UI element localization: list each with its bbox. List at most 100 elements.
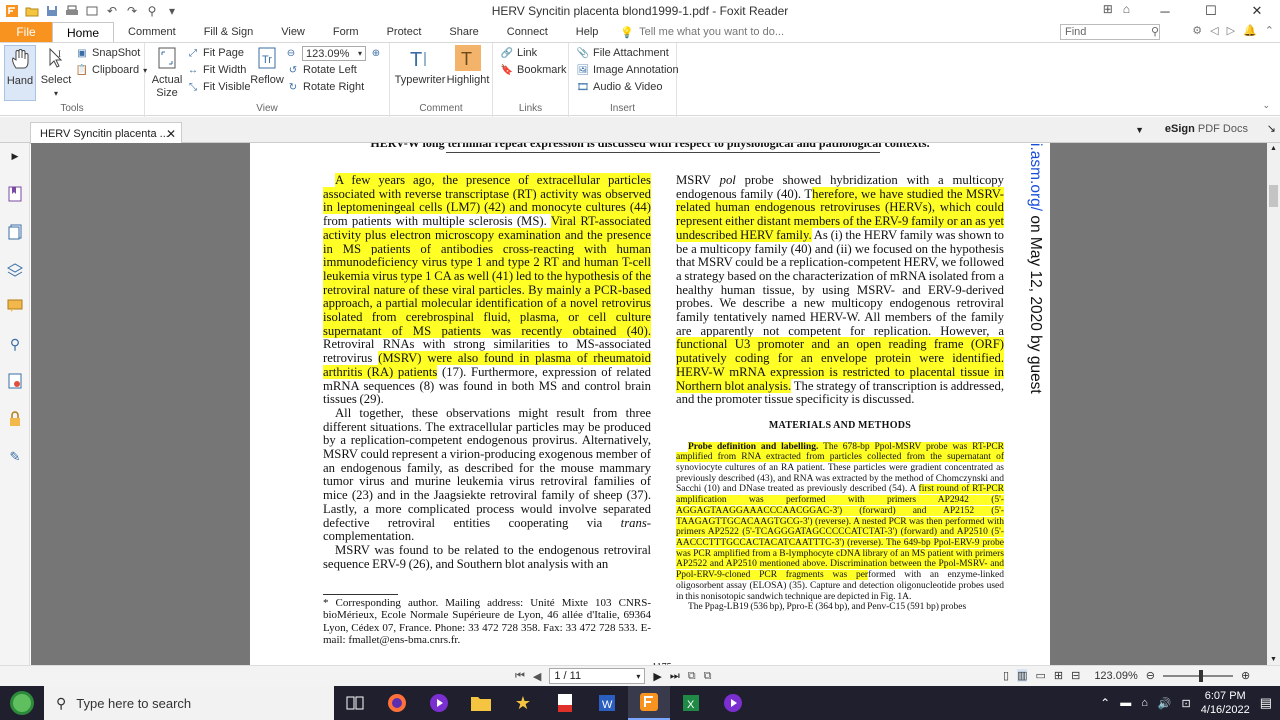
word-icon[interactable]: W xyxy=(586,686,628,720)
highlight-button[interactable]: T Highlight xyxy=(447,45,489,87)
notification-icon[interactable]: 🔔 xyxy=(1243,24,1257,37)
battery-icon[interactable]: ▬ xyxy=(1120,697,1131,709)
print-icon[interactable] xyxy=(64,3,80,19)
snapshot-button[interactable]: ▣ SnapShot xyxy=(76,47,140,59)
zoom-in-icon[interactable]: ⊕ xyxy=(1241,669,1250,682)
taskbar-clock[interactable]: 6:07 PM 4/16/2022 xyxy=(1201,689,1250,717)
page-number-input[interactable]: 1 / 11 ▾ xyxy=(549,668,646,684)
start-button[interactable] xyxy=(0,686,44,720)
media-player-icon[interactable] xyxy=(418,686,460,720)
clipboard-button[interactable]: 📋 Clipboard ▾ xyxy=(76,64,147,76)
split-view-icon[interactable]: ⊟ xyxy=(1071,669,1080,682)
next-page-icon[interactable]: ▶ xyxy=(653,670,661,683)
link-button[interactable]: 🔗 Link xyxy=(501,47,537,59)
layout-icon[interactable]: ⊞ xyxy=(1103,2,1113,16)
zoom-select[interactable]: 123.09% ▾ xyxy=(302,46,366,61)
tab-connect[interactable]: Connect xyxy=(493,22,562,42)
single-page-icon[interactable]: ▯ xyxy=(1003,669,1009,682)
bookmarks-icon[interactable] xyxy=(6,185,24,203)
minimize-button[interactable]: ─ xyxy=(1142,0,1188,22)
new-window-icon[interactable] xyxy=(84,3,100,19)
file-attachment-button[interactable]: 📎 File Attachment xyxy=(577,47,669,59)
save-icon[interactable] xyxy=(44,3,60,19)
document-tab[interactable]: HERV Syncitin placenta ... ✕ xyxy=(30,122,182,144)
scroll-up-icon[interactable]: ▲ xyxy=(1270,145,1277,152)
signature-panel-icon[interactable] xyxy=(6,372,24,390)
expand-panel-icon[interactable]: ▶ xyxy=(6,147,24,165)
previous-page-icon[interactable]: ◀ xyxy=(533,670,541,683)
customize-qat-icon[interactable]: ▾ xyxy=(164,3,180,19)
taskbar-search-box[interactable]: ⚲ Type here to search xyxy=(44,686,334,720)
tray-chevron-icon[interactable]: ⌃ xyxy=(1100,696,1110,710)
find-input[interactable]: Find ⚲ xyxy=(1060,24,1160,40)
pages-thumbnails-icon[interactable] xyxy=(6,223,24,241)
close-tab-icon[interactable]: ✕ xyxy=(166,127,176,141)
layers-icon[interactable] xyxy=(6,261,24,279)
highlight-annotation[interactable]: A few years ago, the presence of extrace… xyxy=(323,173,651,215)
facing-page-icon[interactable]: ▭ xyxy=(1035,669,1045,682)
continuous-facing-icon[interactable]: ⊞ xyxy=(1054,669,1063,682)
tab-comment[interactable]: Comment xyxy=(114,22,190,42)
network-icon[interactable]: ⌂ xyxy=(1141,697,1148,709)
security-lock-icon[interactable] xyxy=(6,410,24,428)
bookmark-button[interactable]: 🔖 Bookmark xyxy=(501,64,567,76)
audio-video-button[interactable]: 🎞 Audio & Video xyxy=(577,81,663,93)
search-icon[interactable]: ⚲ xyxy=(1151,25,1159,39)
esign-banner[interactable]: eSign PDF Docs xyxy=(1165,123,1248,135)
tell-me-box[interactable]: 💡 Tell me what you want to do... xyxy=(620,26,784,39)
tab-help[interactable]: Help xyxy=(562,22,613,42)
next-view-icon[interactable]: ⧉ xyxy=(704,670,712,683)
firefox-icon[interactable] xyxy=(376,686,418,720)
back-icon[interactable]: ◁ xyxy=(1210,24,1218,37)
fit-width-button[interactable]: ↔ Fit Width xyxy=(187,64,246,76)
previous-view-icon[interactable]: ⧉ xyxy=(688,670,696,683)
fit-visible-button[interactable]: ⤡ Fit Visible xyxy=(187,81,250,93)
zoom-in-button[interactable]: ⊕ xyxy=(370,47,382,59)
collapse-ribbon-icon[interactable]: ⌃ xyxy=(1265,24,1274,37)
undo-icon[interactable]: ↶ xyxy=(104,3,120,19)
maximize-button[interactable]: ☐ xyxy=(1188,0,1234,22)
continuous-page-icon[interactable]: ▥ xyxy=(1017,669,1028,682)
reflow-button[interactable]: Tr Reflow xyxy=(249,45,285,87)
file-menu-button[interactable]: File xyxy=(0,22,52,42)
attachments-icon[interactable]: ⚲ xyxy=(6,335,24,353)
forward-icon[interactable]: ▷ xyxy=(1227,24,1235,37)
close-window-button[interactable]: ✕ xyxy=(1234,0,1280,22)
actual-size-button[interactable]: Actual Size xyxy=(151,45,183,100)
hand-tool-button[interactable]: Hand xyxy=(4,45,36,101)
first-page-icon[interactable]: ⏮ xyxy=(515,670,525,683)
highlight-annotation[interactable]: Probe definition and labelling. xyxy=(688,441,819,452)
media-player-2-icon[interactable] xyxy=(712,686,754,720)
document-viewport[interactable]: HERV-W long terminal repeat expression i… xyxy=(31,143,1267,665)
scrollbar-thumb[interactable] xyxy=(1269,185,1278,207)
action-center-icon[interactable]: ▤ xyxy=(1260,695,1272,711)
vertical-scrollbar[interactable]: ▲ ▼ xyxy=(1267,143,1280,665)
settings-icon[interactable]: ⚙ xyxy=(1192,24,1202,37)
tab-protect[interactable]: Protect xyxy=(373,22,436,42)
fit-page-button[interactable]: ⤢ Fit Page xyxy=(187,47,244,59)
rotate-right-button[interactable]: ↻ Rotate Right xyxy=(287,81,364,93)
image-annotation-button[interactable]: 🖼 Image Annotation xyxy=(577,64,679,76)
tools-wrench-icon[interactable]: ✎ xyxy=(6,448,24,466)
ribbon-expand-icon[interactable]: ⌄ xyxy=(1262,100,1270,111)
tab-home[interactable]: Home xyxy=(52,22,115,42)
tab-form[interactable]: Form xyxy=(319,22,373,42)
shirt-icon[interactable]: ⌂ xyxy=(1123,2,1130,16)
tab-share[interactable]: Share xyxy=(435,22,492,42)
excel-icon[interactable]: X xyxy=(670,686,712,720)
zoom-out-button[interactable]: ⊖ xyxy=(285,47,297,59)
favorites-star-icon[interactable]: ★ xyxy=(502,686,544,720)
tab-fill-sign[interactable]: Fill & Sign xyxy=(190,22,268,42)
highlight-annotation[interactable]: first round of RT-PCR amplification was … xyxy=(676,484,1004,581)
rotate-left-button[interactable]: ↺ Rotate Left xyxy=(287,64,357,76)
file-explorer-icon[interactable] xyxy=(460,686,502,720)
collapse-arrow-icon[interactable]: ↘ xyxy=(1267,122,1276,135)
highlight-annotation[interactable]: Viral RT-associated activity plus electr… xyxy=(323,214,651,338)
pdf-app-icon[interactable] xyxy=(544,686,586,720)
stamp-icon[interactable]: ⚲ xyxy=(144,3,160,19)
zoom-out-icon[interactable]: ⊖ xyxy=(1146,669,1155,682)
zoom-slider[interactable] xyxy=(1162,669,1233,682)
language-icon[interactable]: ⊡ xyxy=(1182,697,1191,710)
select-tool-button[interactable]: I Select ▾ xyxy=(40,45,72,100)
typewriter-button[interactable]: T Typewriter xyxy=(395,45,446,87)
